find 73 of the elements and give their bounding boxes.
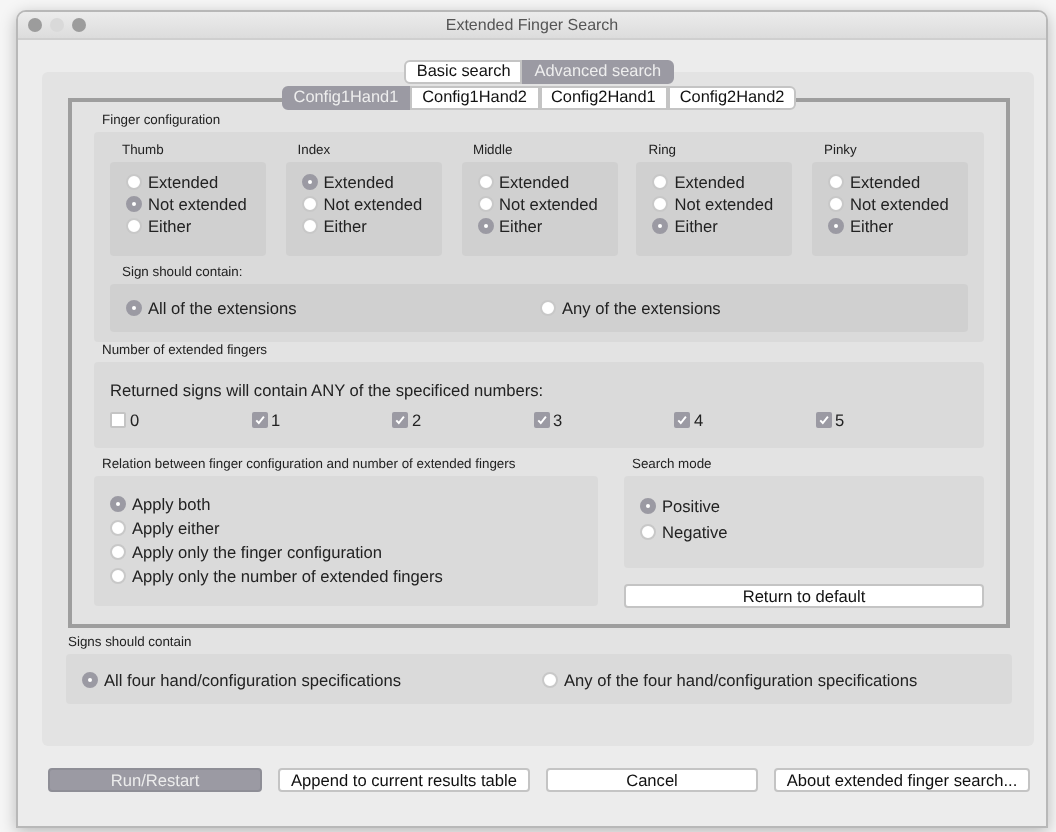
checkmark-icon	[394, 411, 406, 427]
radio-label[interactable]: Positive	[662, 495, 721, 515]
zoom-button[interactable]	[72, 18, 86, 32]
radio-button[interactable]	[301, 195, 318, 211]
radio-label[interactable]: Extended	[148, 171, 219, 191]
radio-button[interactable]	[110, 496, 126, 512]
radio-button[interactable]	[126, 195, 142, 211]
radio-label[interactable]: Extended	[674, 171, 745, 191]
radio-label[interactable]: Extended	[499, 171, 570, 191]
checkmark-icon	[817, 411, 829, 427]
radio-button[interactable]	[652, 173, 669, 189]
radio-label[interactable]: Not extended	[499, 193, 598, 213]
radio-label[interactable]: Any of the four hand/configuration specifications	[564, 669, 918, 689]
button[interactable]: About extended finger search...	[774, 768, 1030, 792]
checkmark-icon	[676, 411, 688, 427]
checkbox[interactable]: 4	[674, 408, 815, 430]
radio-label[interactable]: Negative	[662, 521, 728, 541]
radio-button[interactable]	[828, 173, 844, 189]
radio-button[interactable]	[301, 173, 318, 189]
button[interactable]: Append to current results table	[278, 768, 530, 792]
radio-button[interactable]	[828, 217, 844, 233]
description-text: Returned signs will contain ANY of the specificed numbers:	[110, 378, 546, 402]
return-to-default-button[interactable]: Return to default	[624, 584, 984, 608]
radio-label[interactable]: Apply only the number of extended fingers	[132, 566, 443, 586]
radio-label[interactable]: Either	[850, 215, 894, 235]
close-button[interactable]	[28, 18, 42, 32]
radio-label[interactable]: Apply both	[132, 494, 211, 514]
tab[interactable]: Config2Hand2	[667, 86, 797, 110]
radio-label[interactable]: Either	[499, 215, 543, 235]
checkmark-icon	[253, 411, 265, 427]
radio-label[interactable]: Not extended	[323, 193, 423, 213]
radio-label[interactable]: Either	[674, 215, 718, 235]
radio-label[interactable]: Apply either	[132, 518, 220, 538]
radio-label[interactable]: Any of the extensions	[562, 298, 721, 318]
checkbox[interactable]: 2	[392, 408, 533, 430]
radio-label[interactable]: Not extended	[850, 193, 949, 213]
checkbox[interactable]: 3	[533, 408, 674, 430]
radio-button[interactable]	[110, 568, 126, 584]
tab[interactable]: Config1Hand2	[410, 86, 539, 110]
radio-button[interactable]	[540, 300, 556, 316]
radio-button[interactable]	[652, 195, 669, 211]
tab[interactable]: Config2Hand1	[539, 86, 668, 110]
radio-button[interactable]	[477, 195, 493, 211]
radio-button[interactable]	[110, 544, 126, 560]
radio-button[interactable]	[640, 497, 656, 513]
radio-label[interactable]: All four hand/configuration specifications	[104, 669, 402, 689]
radio-label[interactable]: Either	[148, 215, 192, 235]
radio-button[interactable]	[652, 217, 669, 233]
checkbox[interactable]: 5	[815, 408, 956, 430]
radio-button[interactable]	[110, 520, 126, 536]
radio-button[interactable]	[477, 217, 493, 233]
checkmark-icon	[535, 411, 547, 427]
checkbox[interactable]: 1	[251, 408, 392, 430]
tab[interactable]: Basic search	[404, 60, 523, 84]
radio-label[interactable]: All of the extensions	[148, 298, 297, 318]
radio-button[interactable]	[640, 523, 656, 539]
radio-label[interactable]: Not extended	[674, 193, 774, 213]
radio-label[interactable]: Extended	[850, 171, 921, 191]
checkbox[interactable]: 0	[110, 408, 251, 430]
radio-button[interactable]	[126, 217, 142, 233]
button[interactable]: Cancel	[546, 768, 758, 792]
radio-button[interactable]	[542, 671, 558, 687]
radio-label[interactable]: Not extended	[148, 193, 247, 213]
radio-button[interactable]	[126, 173, 142, 189]
radio-button[interactable]	[301, 217, 318, 233]
radio-button[interactable]	[126, 300, 142, 316]
radio-label[interactable]: Apply only the finger configuration	[132, 542, 382, 562]
window-title: Extended Finger Search	[445, 16, 619, 34]
radio-button[interactable]	[828, 195, 844, 211]
radio-button[interactable]	[82, 671, 98, 687]
radio-button[interactable]	[477, 173, 493, 189]
radio-label[interactable]: Either	[323, 215, 367, 235]
radio-label[interactable]: Extended	[323, 171, 394, 191]
